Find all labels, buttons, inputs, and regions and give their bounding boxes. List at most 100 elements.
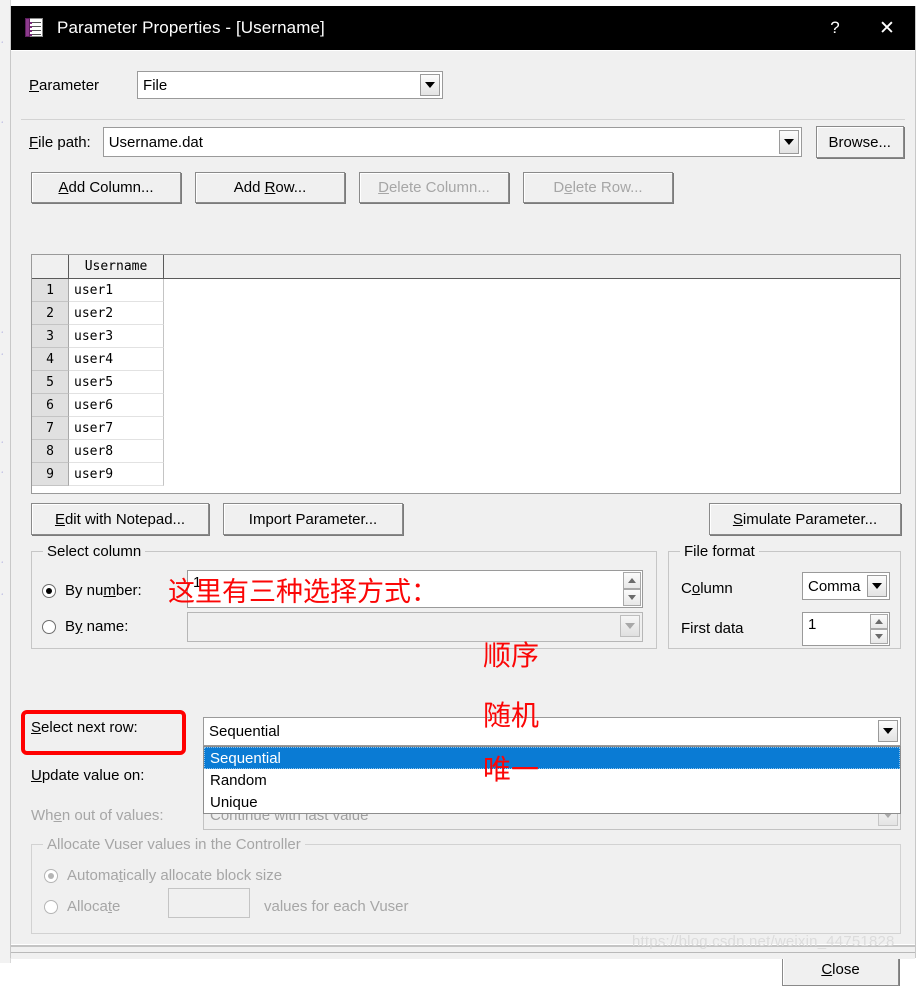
row-number-cell[interactable]: 1 (32, 279, 69, 302)
simulate-parameter-button[interactable]: Simulate Parameter... (709, 503, 901, 535)
allocate-label: Allocate (67, 898, 121, 915)
dropdown-option-sequential[interactable]: Sequential (204, 747, 900, 769)
window-title: Parameter Properties - [Username] (57, 18, 325, 37)
chevron-down-icon[interactable] (620, 615, 640, 637)
chevron-down-icon[interactable] (867, 575, 887, 597)
row-number-cell[interactable]: 9 (32, 463, 69, 486)
add-column-button[interactable]: Add Column... (31, 172, 181, 203)
table-row[interactable]: 8 user8 (32, 440, 900, 463)
first-data-stepper[interactable] (870, 614, 888, 644)
help-icon[interactable]: ? (811, 6, 859, 50)
table-row[interactable]: 6 user6 (32, 394, 900, 417)
divider-top (21, 119, 905, 120)
edit-with-notepad-button[interactable]: Edit with Notepad... (31, 503, 209, 535)
title-bar: Parameter Properties - [Username] ? ✕ (11, 6, 915, 50)
background-window-marks: · · · · · · · · (1, 39, 4, 598)
screen-root: · · · · · · · · Parameter Properties - [Usern… (0, 0, 916, 986)
table-cell[interactable]: user5 (69, 371, 164, 394)
first-data-label: First data (681, 620, 744, 637)
chevron-down-icon[interactable] (778, 130, 799, 154)
by-number-radio[interactable] (42, 583, 56, 598)
stepper-up-icon[interactable] (623, 572, 641, 589)
first-data-value: 1 (808, 616, 817, 633)
table-row[interactable]: 2 user2 (32, 302, 900, 325)
select-column-group: Select column By number: 1 By name: (31, 543, 657, 649)
table-cell[interactable]: user8 (69, 440, 164, 463)
file-path-value: Username.dat (108, 133, 203, 151)
by-name-option[interactable]: By name: (42, 618, 128, 635)
parameter-data-grid[interactable]: Username 1 user1 2 user2 3 user3 4 user4 5 user5 6… (31, 254, 901, 494)
by-name-label: By name: (65, 618, 129, 635)
allocate-radio[interactable] (44, 899, 58, 914)
dropdown-option-unique[interactable]: Unique (204, 791, 900, 813)
close-icon[interactable]: ✕ (859, 6, 915, 50)
by-number-label: By number: (65, 582, 142, 599)
browse-button[interactable]: Browse... (815, 126, 904, 158)
table-row[interactable]: 5 user5 (32, 371, 900, 394)
parameter-type-combo[interactable]: File (137, 71, 444, 99)
grid-corner-cell (32, 255, 69, 278)
stepper-down-icon[interactable] (870, 629, 888, 644)
parameter-edit-buttons: Edit with Notepad... Import Parameter...… (31, 503, 901, 535)
table-cell[interactable]: user6 (69, 394, 164, 417)
file-path-input[interactable]: Username.dat (102, 127, 802, 157)
allocate-vuser-values-group: Allocate Vuser values in the Controller … (31, 836, 901, 934)
row-number-cell[interactable]: 7 (32, 417, 69, 440)
by-number-stepper[interactable] (623, 572, 641, 606)
by-number-option[interactable]: By number: (42, 582, 142, 599)
allocate-values-input[interactable] (168, 888, 250, 918)
auto-allocate-option[interactable]: Automatically allocate block size (44, 867, 282, 884)
title-bar-buttons: ? ✕ (811, 6, 915, 50)
table-row[interactable]: 9 user9 (32, 463, 900, 486)
column-delimiter-value: Comma (808, 577, 861, 595)
table-cell[interactable]: user9 (69, 463, 164, 486)
row-number-cell[interactable]: 8 (32, 440, 69, 463)
delete-column-button[interactable]: Delete Column... (359, 172, 509, 203)
table-cell[interactable]: user4 (69, 348, 164, 371)
table-cell[interactable]: user1 (69, 279, 164, 302)
row-number-cell[interactable]: 6 (32, 394, 69, 417)
row-number-cell[interactable]: 4 (32, 348, 69, 371)
stepper-down-icon[interactable] (623, 589, 641, 606)
grid-body: 1 user1 2 user2 3 user3 4 user4 5 user5 6 user6 7 use… (32, 279, 900, 486)
by-number-input[interactable]: 1 (187, 570, 643, 608)
row-number-cell[interactable]: 3 (32, 325, 69, 348)
table-row[interactable]: 7 user7 (32, 417, 900, 440)
auto-allocate-radio[interactable] (44, 868, 58, 883)
file-format-group: File format Column Comma First data 1 (668, 543, 901, 649)
row-filler (164, 371, 900, 394)
by-number-value: 1 (193, 574, 202, 591)
table-cell[interactable]: user2 (69, 302, 164, 325)
add-row-button[interactable]: Add Row... (195, 172, 345, 203)
select-next-row-combo[interactable]: Sequential (203, 717, 901, 746)
import-parameter-button[interactable]: Import Parameter... (223, 503, 403, 535)
row-filler (164, 440, 900, 463)
dropdown-option-random[interactable]: Random (204, 769, 900, 791)
select-next-row-dropdown-list[interactable]: Sequential Random Unique (203, 746, 901, 814)
row-filler (164, 348, 900, 371)
table-row[interactable]: 1 user1 (32, 279, 900, 302)
row-filler (164, 325, 900, 348)
row-number-cell[interactable]: 5 (32, 371, 69, 394)
grid-column-header[interactable]: Username (69, 255, 164, 278)
allocate-option[interactable]: Allocate (44, 898, 120, 915)
first-data-input[interactable]: 1 (802, 612, 890, 646)
chevron-down-icon[interactable] (878, 720, 898, 742)
by-name-combo[interactable] (187, 612, 643, 642)
row-filler (164, 394, 900, 417)
column-label: Column (681, 580, 733, 597)
row-filler (164, 463, 900, 486)
watermark-url: https://blog.csdn.net/weixin_44751828 (632, 933, 895, 950)
table-cell[interactable]: user7 (69, 417, 164, 440)
row-number-cell[interactable]: 2 (32, 302, 69, 325)
delete-row-button[interactable]: Delete Row... (523, 172, 673, 203)
by-name-radio[interactable] (42, 619, 56, 634)
stepper-up-icon[interactable] (870, 614, 888, 629)
table-action-buttons: Add Column... Add Row... Delete Column..… (11, 172, 915, 203)
chevron-down-icon[interactable] (420, 74, 441, 96)
allocate-suffix-label: values for each Vuser (264, 898, 409, 915)
table-row[interactable]: 4 user4 (32, 348, 900, 371)
table-cell[interactable]: user3 (69, 325, 164, 348)
table-row[interactable]: 3 user3 (32, 325, 900, 348)
column-delimiter-combo[interactable]: Comma (802, 572, 890, 600)
